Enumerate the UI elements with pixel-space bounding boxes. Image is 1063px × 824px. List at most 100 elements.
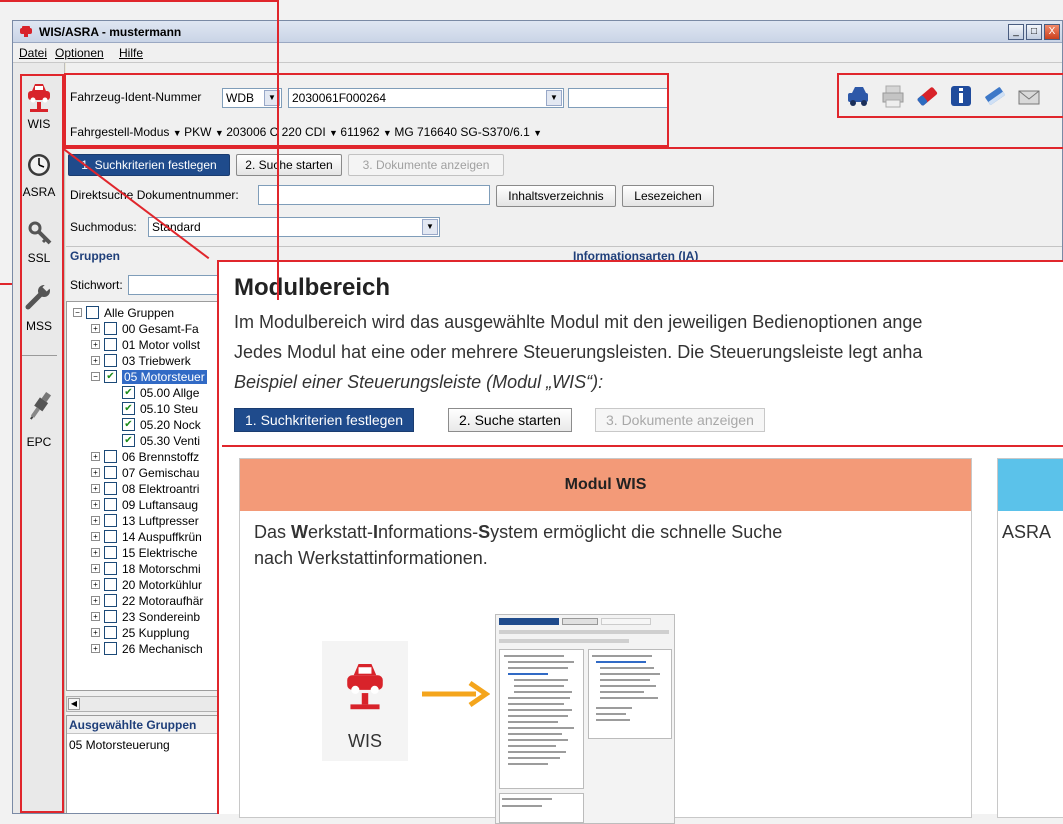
tree-row-label: 15 Elektrische <box>122 546 198 560</box>
tree-row-label: 05.30 Venti <box>140 434 201 448</box>
close-button[interactable]: X <box>1044 24 1060 40</box>
selected-group-item[interactable]: 05 Motorsteuerung <box>69 738 170 752</box>
car-print-icon[interactable] <box>846 83 872 109</box>
tree-checkbox[interactable] <box>104 338 117 351</box>
chevron-down-icon[interactable]: ▼ <box>173 128 184 138</box>
vin-number-value: 2030061F000264 <box>292 91 387 105</box>
expand-icon[interactable]: + <box>91 564 100 573</box>
tree-checkbox[interactable] <box>104 594 117 607</box>
transmission-value: MG 716640 SG-S370/6.1 <box>394 125 530 139</box>
step-2-button[interactable]: 2. Suche starten <box>236 154 342 176</box>
step-3-button[interactable]: 3. Dokumente anzeigen <box>348 154 504 176</box>
printer-icon[interactable] <box>880 83 906 109</box>
sidebar-label-epc: EPC <box>26 435 52 449</box>
bookmarks-button[interactable]: Lesezeichen <box>622 185 714 207</box>
chevron-down-icon: ▼ <box>264 90 280 106</box>
expand-icon[interactable]: + <box>91 532 100 541</box>
tree-row-label: 13 Luftpresser <box>122 514 199 528</box>
document-number-input[interactable] <box>258 185 490 205</box>
tree-checkbox[interactable] <box>104 610 117 623</box>
expand-icon[interactable]: + <box>91 340 100 349</box>
book-icon[interactable] <box>982 83 1008 109</box>
tree-checkbox[interactable] <box>104 546 117 559</box>
chevron-down-icon[interactable]: ▼ <box>383 128 394 138</box>
car-lift-icon <box>28 84 50 112</box>
expand-icon[interactable]: + <box>91 468 100 477</box>
tree-checkbox[interactable] <box>104 514 117 527</box>
spark-plug-icon <box>30 391 52 420</box>
chevron-down-icon[interactable]: ▼ <box>329 128 340 138</box>
expand-icon[interactable]: + <box>91 644 100 653</box>
tree-row-label: 05 Motorsteuer <box>122 370 207 384</box>
callout-title: Modulbereich <box>234 274 391 301</box>
sidebar-item-mss[interactable]: MSS <box>13 275 65 335</box>
tree-checkbox[interactable] <box>104 530 117 543</box>
vin-prefix-value: WDB <box>226 91 254 105</box>
expand-icon[interactable]: + <box>91 548 100 557</box>
expand-icon[interactable]: + <box>91 484 100 493</box>
tree-checkbox[interactable] <box>104 626 117 639</box>
tree-row-label: 07 Gemischau <box>122 466 200 480</box>
envelope-icon[interactable] <box>1016 83 1042 109</box>
tree-checkbox[interactable] <box>86 306 99 319</box>
menu-optionen[interactable]: Optionen <box>55 46 104 60</box>
vin-extra-field[interactable] <box>568 88 668 108</box>
expand-icon[interactable]: + <box>91 628 100 637</box>
sidebar-item-epc[interactable]: EPC <box>13 381 65 451</box>
info-icon[interactable] <box>948 83 974 109</box>
eraser-icon[interactable] <box>914 83 940 109</box>
expand-icon[interactable]: + <box>91 356 100 365</box>
tree-checkbox[interactable] <box>104 482 117 495</box>
sidebar-item-wis[interactable]: WIS <box>13 73 65 133</box>
maximize-button[interactable]: □ <box>1026 24 1042 40</box>
tree-checkbox[interactable] <box>104 450 117 463</box>
tree-checkbox[interactable] <box>104 562 117 575</box>
expand-icon[interactable]: + <box>91 612 100 621</box>
tree-checkbox[interactable] <box>104 642 117 655</box>
annotation-menu-leader <box>0 283 12 285</box>
menu-hilfe[interactable]: Hilfe <box>119 46 143 60</box>
tree-checkbox[interactable]: ✔ <box>122 418 135 431</box>
tree-checkbox[interactable] <box>104 354 117 367</box>
tree-scrollbar[interactable]: ◀ <box>66 696 226 712</box>
tree-row-label: 05.00 Allge <box>140 386 200 400</box>
sidebar-item-ssl[interactable]: SSL <box>13 211 65 267</box>
tree-row-label: 08 Elektroantri <box>122 482 200 496</box>
expand-icon[interactable]: + <box>91 516 100 525</box>
collapse-icon[interactable]: − <box>73 308 82 317</box>
expand-icon[interactable]: + <box>91 580 100 589</box>
chevron-down-icon[interactable]: ▼ <box>215 128 226 138</box>
callout-line-1: Im Modulbereich wird das ausgewählte Mod… <box>234 312 923 332</box>
tree-row-label: Alle Gruppen <box>104 306 175 320</box>
expand-icon[interactable]: + <box>91 596 100 605</box>
expand-icon[interactable]: + <box>91 452 100 461</box>
sidebar-item-asra[interactable]: ASRA <box>13 143 65 203</box>
tree-row-label: 23 Sondereinb <box>122 610 201 624</box>
vin-number-select[interactable]: 2030061F000264 ▼ <box>288 88 564 108</box>
vin-prefix-select[interactable]: WDB ▼ <box>222 88 282 108</box>
minimize-button[interactable]: _ <box>1008 24 1024 40</box>
expand-icon[interactable]: + <box>91 500 100 509</box>
keyword-input[interactable] <box>128 275 226 295</box>
scroll-left-icon[interactable]: ◀ <box>68 698 80 710</box>
expand-icon[interactable]: + <box>91 324 100 333</box>
tree-checkbox[interactable]: ✔ <box>122 434 135 447</box>
sidebar-label-asra: ASRA <box>22 185 56 199</box>
tree-checkbox[interactable]: ✔ <box>122 386 135 399</box>
tree-checkbox[interactable]: ✔ <box>122 402 135 415</box>
tree-checkbox[interactable]: ✔ <box>104 370 117 383</box>
module-asra-title <box>998 459 1063 511</box>
tree-checkbox[interactable] <box>104 466 117 479</box>
step-1-button[interactable]: 1. Suchkriterien festlegen <box>68 154 230 176</box>
collapse-icon[interactable]: − <box>91 372 100 381</box>
tree-checkbox[interactable] <box>104 578 117 591</box>
groups-header: Gruppen <box>70 249 120 263</box>
tree-checkbox[interactable] <box>104 322 117 335</box>
search-mode-select[interactable]: Standard ▼ <box>148 217 440 237</box>
chassis-type-value: PKW <box>184 125 212 139</box>
menu-datei[interactable]: Datei <box>19 46 47 60</box>
tree-checkbox[interactable] <box>104 498 117 511</box>
callout-line-2: Jedes Modul hat eine oder mehrere Steuer… <box>234 342 923 362</box>
table-of-contents-button[interactable]: Inhaltsverzeichnis <box>496 185 616 207</box>
chevron-down-icon[interactable]: ▼ <box>533 128 542 138</box>
